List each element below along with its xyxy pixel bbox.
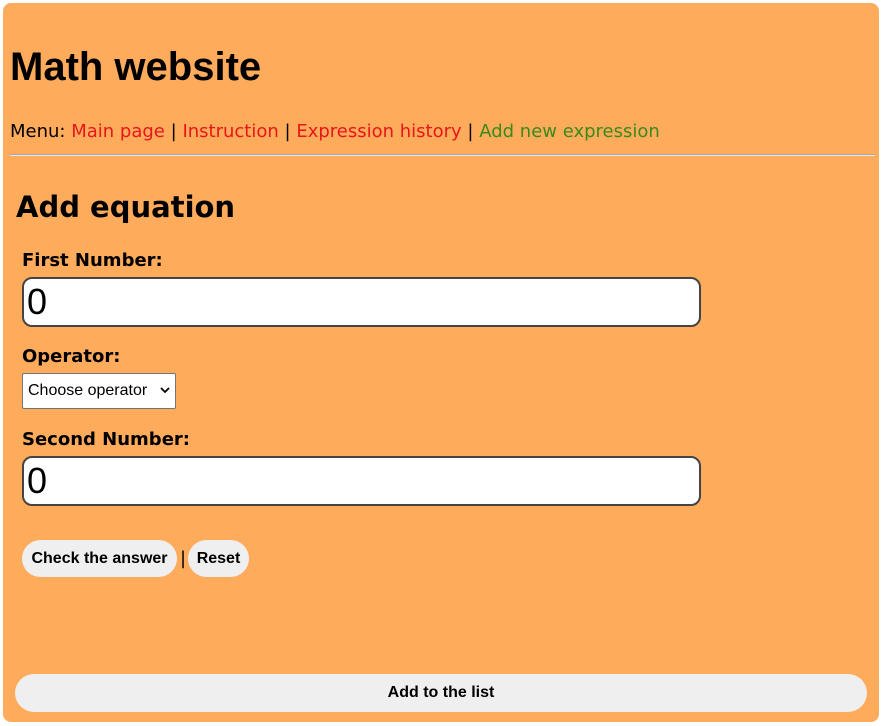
page-card: Math website Menu: Main page | Instructi…: [3, 3, 879, 722]
menu-link-add-new-expression[interactable]: Add new expression: [479, 121, 660, 142]
menu-prefix: Menu:: [10, 121, 66, 142]
menu-separator: |: [284, 121, 291, 142]
menu-separator: |: [467, 121, 474, 142]
check-answer-button[interactable]: Check the answer: [22, 540, 177, 577]
add-to-list-button[interactable]: Add to the list: [15, 674, 867, 712]
menu-link-main-page[interactable]: Main page: [71, 121, 165, 142]
operator-select[interactable]: Choose operator: [22, 373, 176, 409]
second-number-label: Second Number:: [22, 429, 190, 450]
menu-link-expression-history[interactable]: Expression history: [296, 121, 461, 142]
menu-nav: Menu: Main page | Instruction | Expressi…: [10, 120, 660, 144]
operator-label: Operator:: [22, 346, 121, 367]
first-number-label: First Number:: [22, 250, 163, 271]
menu-divider: [10, 154, 875, 156]
section-title: Add equation: [16, 190, 236, 224]
second-number-input[interactable]: [22, 456, 701, 506]
button-separator: |: [180, 548, 187, 569]
chevron-down-icon: [160, 387, 170, 394]
operator-select-value: Choose operator: [28, 382, 148, 399]
first-number-input[interactable]: [22, 277, 701, 327]
menu-separator: |: [170, 121, 177, 142]
menu-link-instruction[interactable]: Instruction: [182, 121, 278, 142]
reset-button[interactable]: Reset: [188, 540, 249, 577]
site-title: Math website: [10, 45, 262, 89]
